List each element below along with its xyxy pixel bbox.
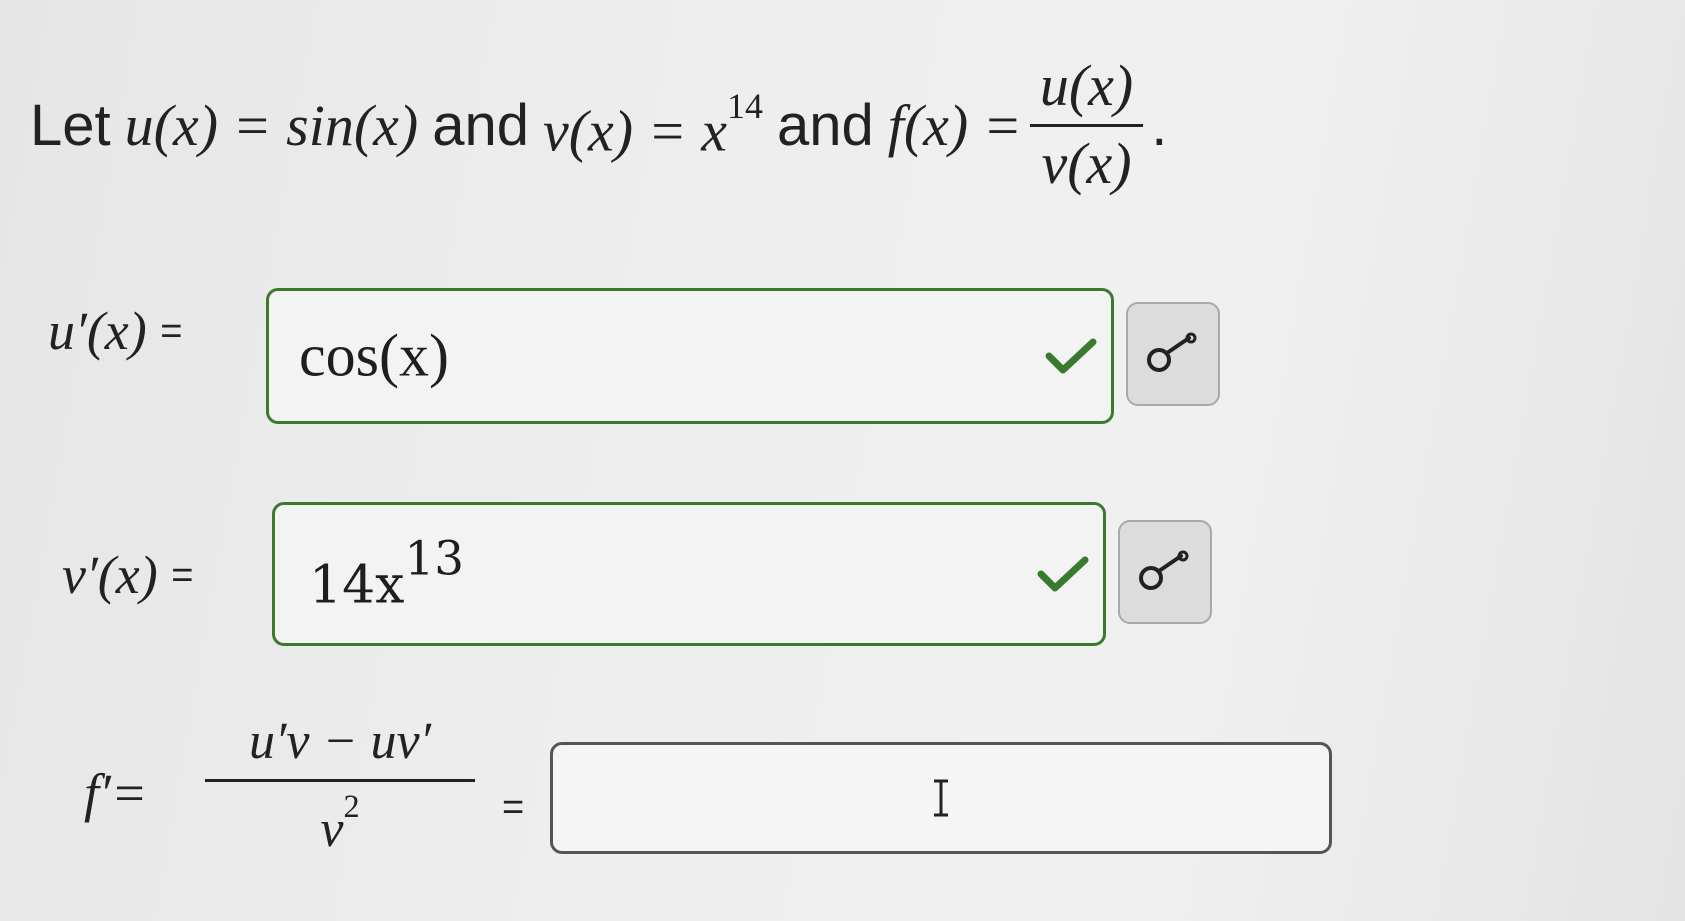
page: Let u(x) = sin(x) and v(x) = x14 and f(x… — [0, 0, 1685, 921]
key-icon — [1147, 332, 1197, 372]
text-cursor-icon — [934, 779, 948, 817]
u-definition: u(x) = sin(x) — [124, 92, 419, 158]
u-prime-equals: = — [160, 310, 183, 353]
and-text-1: and — [432, 92, 529, 158]
period: . — [1151, 92, 1168, 158]
v-prime-value: 14x13 — [309, 532, 465, 616]
v-prime-equals: = — [171, 554, 194, 597]
quotient-rule-fraction: u′v − uv′ v2 — [205, 712, 475, 859]
v-exponent: 14 — [727, 86, 763, 127]
key-icon — [1139, 550, 1189, 590]
u-prime-label: u′(x) — [48, 301, 147, 361]
f-prime-equals: = — [502, 786, 525, 829]
u-prime-label-group: u′(x) = — [48, 300, 182, 362]
u-prime-answer-field[interactable]: cos(x) — [266, 288, 1114, 424]
f-denominator: v(x) — [1041, 130, 1132, 196]
f-prime-label: f′= — [84, 763, 148, 823]
v-prime-label-group: v′(x) = — [62, 544, 193, 606]
let-text: Let — [30, 92, 111, 158]
check-icon — [1045, 338, 1097, 374]
v-prime-exponent: 13 — [404, 532, 465, 587]
quotient-rule-numerator: u′v − uv′ — [249, 713, 431, 770]
f-numerator: u(x) — [1039, 52, 1134, 118]
v-prime-key-button[interactable] — [1118, 520, 1212, 624]
f-prime-answer-field[interactable] — [550, 742, 1332, 854]
problem-statement: Let u(x) = sin(x) and v(x) = x14 and f(x… — [30, 40, 1167, 210]
v-prime-answer-field[interactable]: 14x13 — [272, 502, 1106, 646]
f-definition-fraction: u(x) v(x) — [1029, 52, 1144, 197]
v-definition: v(x) = x14 — [543, 86, 763, 164]
v-prime-label: v′(x) — [62, 545, 158, 605]
u-prime-value: cos(x) — [299, 322, 449, 389]
u-prime-key-button[interactable] — [1126, 302, 1220, 406]
f-lhs: f(x) = — [887, 92, 1022, 158]
denominator-exponent: 2 — [343, 788, 360, 824]
check-icon — [1037, 556, 1089, 592]
quotient-rule-denominator: v2 — [320, 788, 360, 859]
and-text-2: and — [776, 92, 874, 158]
f-prime-equals-group: = — [502, 776, 524, 838]
